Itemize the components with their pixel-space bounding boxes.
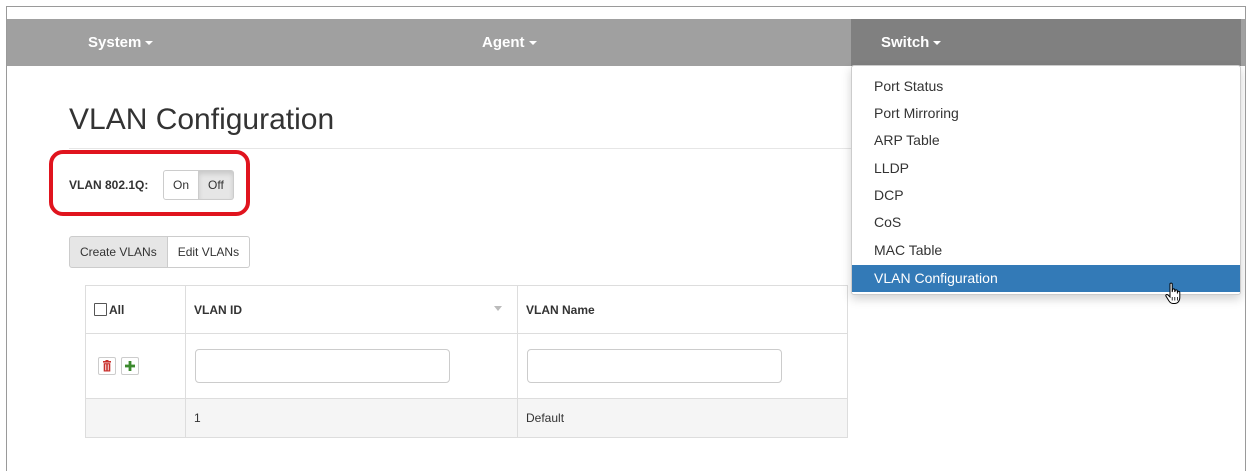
tab-create-vlans[interactable]: Create VLANs bbox=[69, 236, 168, 268]
page-title: VLAN Configuration bbox=[69, 103, 335, 136]
select-all-label: All bbox=[109, 302, 125, 317]
row-vlan-name: Default bbox=[517, 398, 848, 438]
nav-agent-label: Agent bbox=[482, 34, 525, 51]
sort-icon[interactable] bbox=[494, 305, 502, 311]
add-button[interactable] bbox=[121, 357, 140, 375]
menu-item-arp-table[interactable]: ARP Table bbox=[852, 127, 1240, 154]
select-all-checkbox[interactable] bbox=[94, 302, 107, 316]
menu-item-dcp[interactable]: DCP bbox=[852, 182, 1240, 209]
menu-item-port-mirroring[interactable]: Port Mirroring bbox=[852, 100, 1240, 127]
table-row[interactable]: 1 Default bbox=[85, 398, 848, 438]
row-select-cell bbox=[85, 398, 186, 438]
new-vlan-row bbox=[85, 333, 848, 399]
nav-switch-menu[interactable]: Switch bbox=[851, 19, 1241, 66]
menu-item-cos[interactable]: CoS bbox=[852, 209, 1240, 236]
header-vlan-name-label: VLAN Name bbox=[526, 302, 595, 317]
trash-icon bbox=[103, 360, 111, 372]
top-navbar: System Agent Switch bbox=[7, 19, 1245, 66]
new-vlan-name-cell bbox=[517, 333, 848, 399]
nav-switch-label: Switch bbox=[881, 34, 930, 51]
tab-edit-vlans[interactable]: Edit VLANs bbox=[167, 236, 251, 268]
menu-item-mac-table[interactable]: MAC Table bbox=[852, 237, 1240, 264]
vlan-off-button[interactable]: Off bbox=[199, 170, 234, 200]
switch-dropdown-menu: Port Status Port Mirroring ARP Table LLD… bbox=[851, 65, 1241, 295]
menu-item-port-status[interactable]: Port Status bbox=[852, 73, 1240, 100]
vlan-8021q-toggle: On Off bbox=[163, 170, 234, 200]
caret-down-icon bbox=[528, 41, 537, 46]
new-vlan-id-cell bbox=[185, 333, 518, 399]
vlan-table: All VLAN ID VLAN Name 1 Default bbox=[85, 285, 848, 438]
title-divider bbox=[69, 148, 859, 149]
row-actions bbox=[85, 333, 186, 399]
hand-cursor-icon bbox=[1165, 282, 1181, 304]
menu-item-lldp[interactable]: LLDP bbox=[852, 155, 1240, 182]
header-vlan-name: VLAN Name bbox=[517, 285, 848, 334]
vlan-tabs: Create VLANs Edit VLANs bbox=[69, 236, 251, 268]
caret-down-icon bbox=[145, 41, 154, 46]
delete-button[interactable] bbox=[98, 357, 116, 375]
vlan-name-input[interactable] bbox=[527, 349, 782, 383]
vlan-id-input[interactable] bbox=[195, 349, 450, 383]
header-select-all: All bbox=[85, 285, 186, 334]
vlan-8021q-label: VLAN 802.1Q: bbox=[69, 178, 149, 192]
table-header-row: All VLAN ID VLAN Name bbox=[85, 285, 848, 334]
nav-system-menu[interactable]: System bbox=[88, 19, 154, 66]
plus-icon bbox=[125, 361, 136, 371]
nav-agent-menu[interactable]: Agent bbox=[482, 19, 537, 66]
vlan-on-button[interactable]: On bbox=[163, 170, 200, 200]
header-vlan-id[interactable]: VLAN ID bbox=[185, 285, 518, 334]
caret-down-icon bbox=[933, 41, 942, 46]
app-frame: System Agent Switch VLAN Configuration V… bbox=[6, 6, 1246, 471]
header-vlan-id-label: VLAN ID bbox=[194, 302, 242, 317]
row-vlan-id: 1 bbox=[185, 398, 518, 438]
nav-system-label: System bbox=[88, 34, 142, 51]
